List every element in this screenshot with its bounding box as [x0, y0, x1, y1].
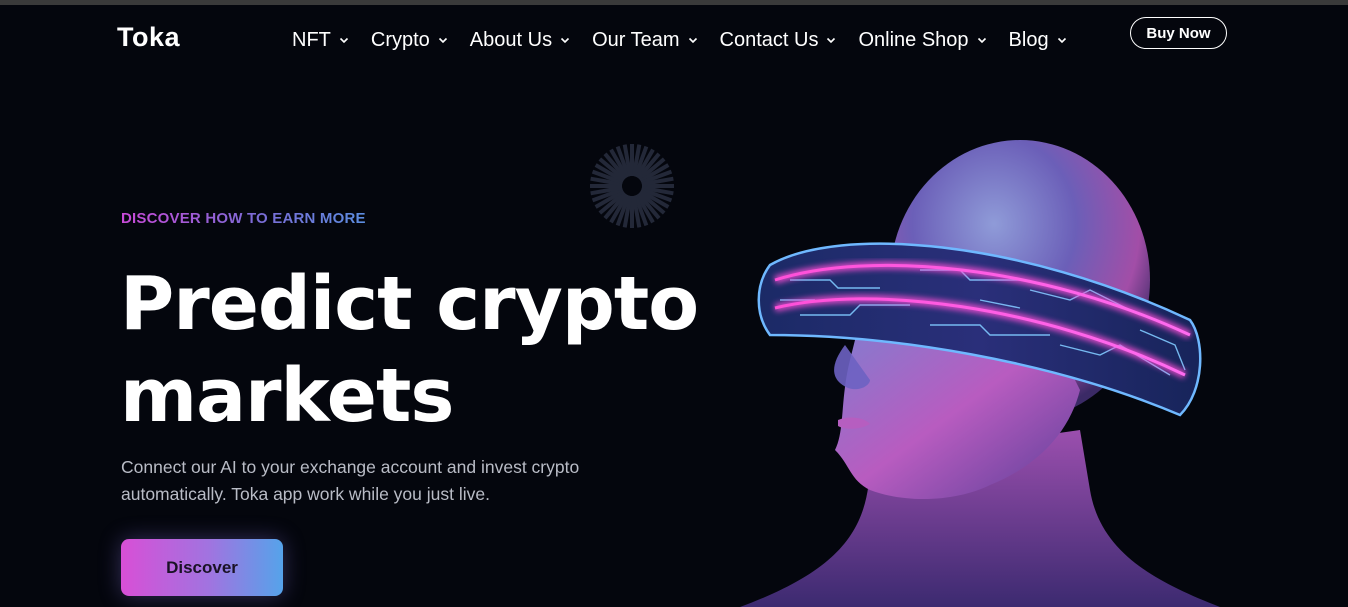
nav-item-label: Our Team	[592, 28, 680, 51]
hero-eyebrow: DISCOVER HOW TO EARN MORE	[121, 210, 366, 227]
browser-top-edge	[0, 0, 1348, 5]
main-nav: NFT Crypto About Us Our Team Contact Us …	[292, 26, 1089, 54]
hero-headline-line-2: markets	[120, 353, 454, 439]
nav-item-contact-us[interactable]: Contact Us	[720, 29, 838, 52]
nav-item-label: Blog	[1008, 28, 1049, 51]
nav-item-label: NFT	[292, 28, 331, 51]
nav-item-label: Contact Us	[719, 28, 819, 51]
nav-item-label: Crypto	[370, 28, 430, 51]
nav-item-crypto[interactable]: Crypto	[371, 29, 449, 52]
chevron-down-icon	[339, 37, 348, 44]
hero-description: Connect our AI to your exchange account …	[121, 454, 641, 508]
chevron-down-icon	[1057, 37, 1066, 44]
hero-headline: Predict crypto markets	[120, 258, 720, 442]
nav-item-label: Online Shop	[858, 28, 969, 51]
brand-logo[interactable]: Toka	[117, 22, 180, 53]
nav-item-our-team[interactable]: Our Team	[592, 29, 698, 52]
hero-description-line-1: Connect our AI to your exchange account …	[121, 457, 580, 477]
nav-item-online-shop[interactable]: Online Shop	[858, 29, 987, 52]
chevron-down-icon	[688, 37, 697, 44]
nav-item-nft[interactable]: NFT	[292, 29, 350, 52]
chevron-down-icon	[827, 37, 836, 44]
nav-item-about-us[interactable]: About Us	[470, 29, 571, 52]
hero-headline-line-1: Predict crypto	[120, 261, 699, 347]
sunburst-decoration-icon	[590, 144, 674, 228]
buy-now-button[interactable]: Buy Now	[1130, 17, 1227, 49]
chevron-down-icon	[977, 37, 986, 44]
vr-head-illustration	[740, 140, 1220, 607]
hero-description-line-2: automatically. Toka app work while you j…	[121, 484, 490, 504]
chevron-down-icon	[438, 37, 447, 44]
discover-button[interactable]: Discover	[121, 539, 283, 596]
nav-item-label: About Us	[469, 28, 553, 51]
nav-item-blog[interactable]: Blog	[1009, 29, 1068, 52]
chevron-down-icon	[560, 37, 570, 44]
